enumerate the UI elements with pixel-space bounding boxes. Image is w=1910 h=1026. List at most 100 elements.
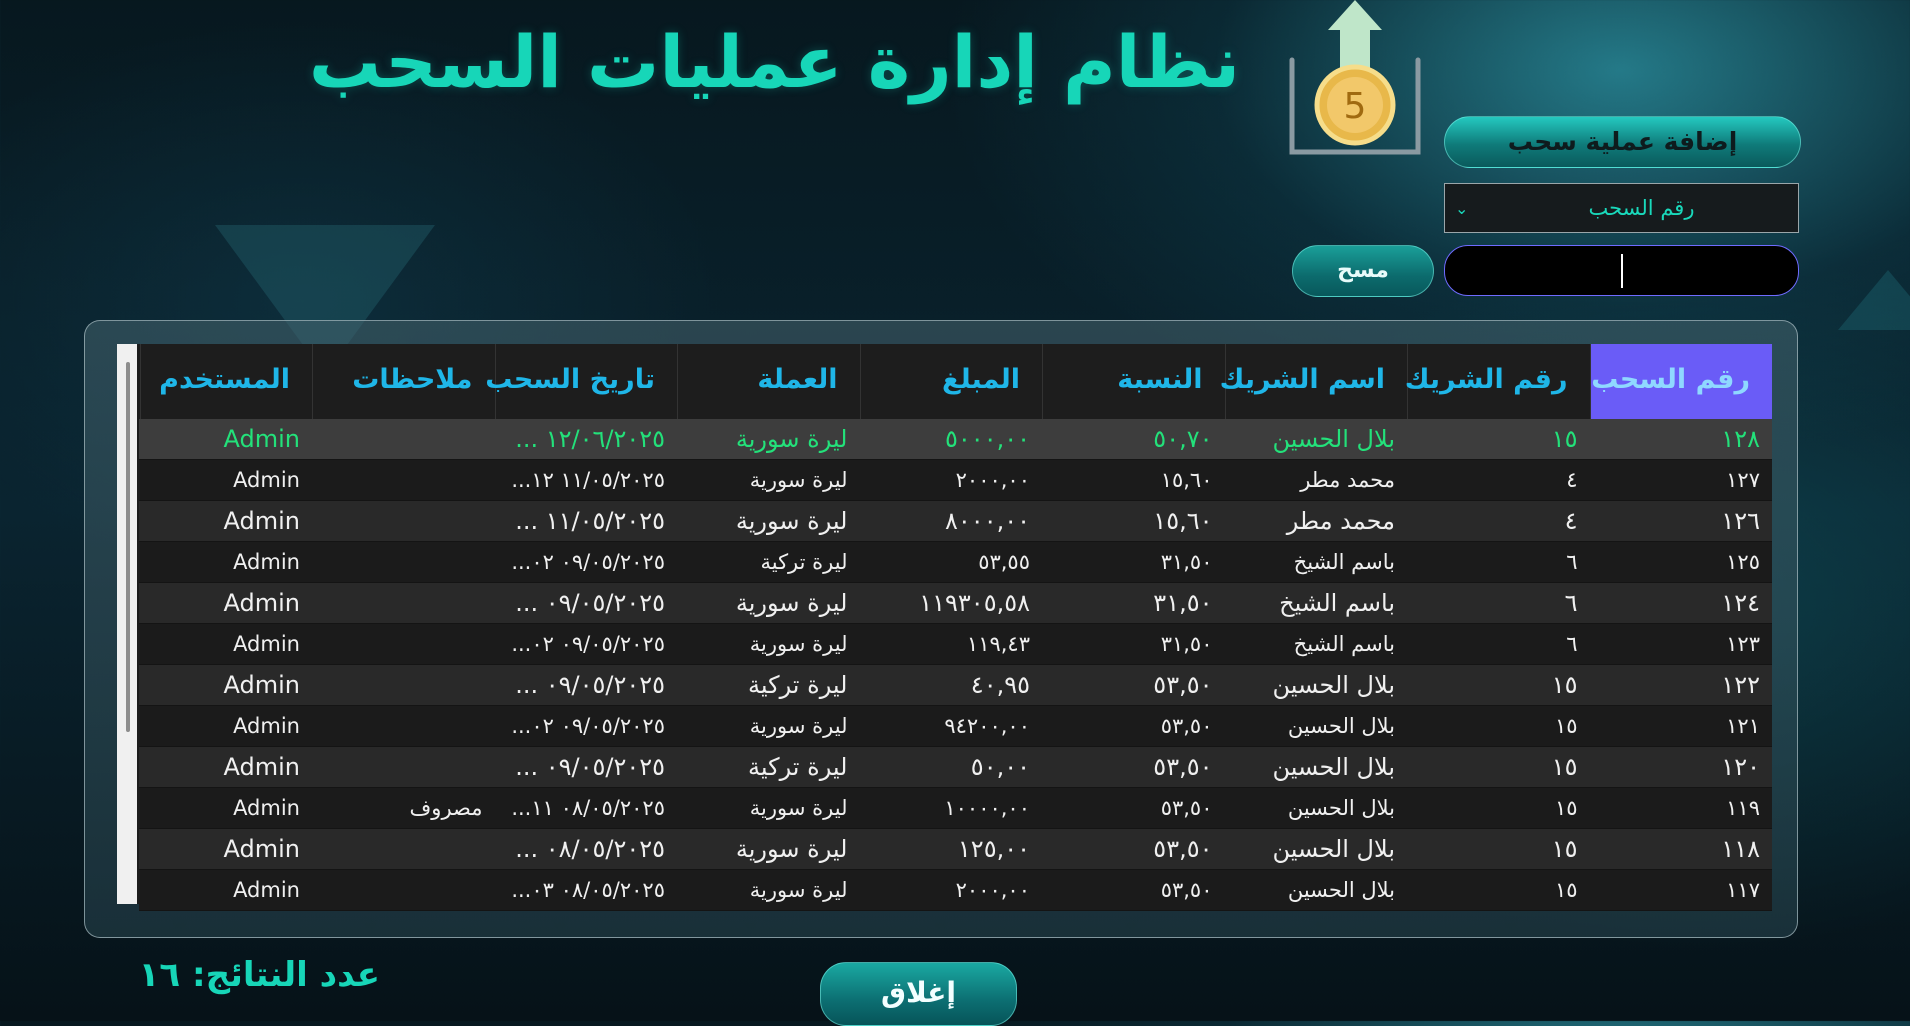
cell-withdrawal-number: ١١٩: [1726, 796, 1760, 820]
cell-withdrawal-date: ٠٩/٠٥/٢٠٢٥ ...: [515, 589, 665, 617]
cell-partner-number: ٦: [1566, 550, 1578, 574]
cell-partner-name: بلال الحسين: [1272, 425, 1395, 453]
cell-withdrawal-number: ١٢٤: [1721, 589, 1760, 617]
cell-partner-number: ٦: [1564, 589, 1578, 617]
cell-amount: ٨٠٠٠,٠٠: [945, 507, 1030, 535]
cell-withdrawal-number: ١٢٣: [1726, 632, 1760, 656]
cell-withdrawal-date: ٠٩/٠٥/٢٠٢٥ ٠٢...: [511, 714, 665, 738]
column-header-partner-number[interactable]: رقم الشريك: [1405, 344, 1590, 419]
cell-withdrawal-date: ١١/٠٥/٢٠٢٥ ١٢...: [511, 468, 665, 492]
cell-notes: [312, 706, 495, 746]
search-input[interactable]: [1444, 245, 1799, 296]
cell-percentage: ٥٣,٥٠: [1160, 878, 1213, 902]
page-title: نظام إدارة عمليات السحب: [308, 20, 1240, 104]
table-row[interactable]: ١٢٧ ٤ محمد مطر ١٥,٦٠ ٢٠٠٠,٠٠ ليرة سورية ١١/٠٥/…: [139, 460, 1772, 501]
cell-percentage: ٥٣,٥٠: [1153, 835, 1213, 863]
cell-amount: ١٢٥,٠٠: [957, 835, 1030, 863]
chevron-down-icon: ⌄: [1455, 199, 1469, 218]
cell-partner-number: ١٥: [1554, 796, 1578, 820]
cell-percentage: ٥٠,٧٠: [1153, 425, 1213, 453]
cell-withdrawal-date: ٠٨/٠٥/٢٠٢٥ ١١...: [511, 796, 665, 820]
search-field-select[interactable]: رقم السحب ⌄: [1444, 183, 1799, 233]
result-count: عدد النتائج: ١٦: [138, 955, 380, 995]
table-row[interactable]: ١٢٠ ١٥ بلال الحسين ٥٣,٥٠ ٥٠,٠٠ ليرة تركية ٠٩/٠…: [139, 747, 1772, 788]
column-header-currency[interactable]: العملة: [677, 344, 860, 419]
cell-notes: [312, 624, 495, 664]
cell-withdrawal-date: ٠٨/٠٥/٢٠٢٥ ٠٣...: [511, 878, 665, 902]
cell-percentage: ٥٣,٥٠: [1160, 714, 1213, 738]
cell-withdrawal-number: ١٢٢: [1721, 671, 1760, 699]
cell-withdrawal-date: ٠٩/٠٥/٢٠٢٥ ...: [515, 753, 665, 781]
cell-notes: [312, 870, 495, 910]
cell-partner-number: ٤: [1564, 507, 1578, 535]
cell-partner-number: ١٥: [1551, 425, 1578, 453]
cell-currency: ليرة سورية: [749, 878, 848, 902]
column-header-percentage[interactable]: النسبة: [1042, 344, 1225, 419]
cell-currency: ليرة تركية: [760, 550, 848, 574]
cell-withdrawal-number: ١١٧: [1726, 878, 1760, 902]
cell-partner-name: بلال الحسين: [1287, 878, 1395, 902]
table-row[interactable]: ١٢٥ ٦ باسم الشيخ ٣١,٥٠ ٥٣,٥٥ ليرة تركية ٠٩/٠٥/…: [139, 542, 1772, 583]
close-button[interactable]: إغلاق: [820, 962, 1017, 1026]
cell-partner-name: باسم الشيخ: [1293, 632, 1395, 656]
column-header-partner-name[interactable]: اسم الشريك: [1220, 344, 1408, 419]
table-row[interactable]: ١١٨ ١٥ بلال الحسين ٥٣,٥٠ ١٢٥,٠٠ ليرة سورية ٠٨/…: [139, 829, 1772, 870]
cell-percentage: ١٥,٦٠: [1160, 468, 1213, 492]
cell-percentage: ٣١,٥٠: [1160, 550, 1213, 574]
svg-text:5: 5: [1344, 86, 1367, 127]
cell-currency: ليرة سورية: [749, 796, 848, 820]
table-row[interactable]: ١١٧ ١٥ بلال الحسين ٥٣,٥٠ ٢٠٠٠,٠٠ ليرة سورية ٠٨…: [139, 870, 1772, 911]
cell-amount: ١١٩٣٠٥,٥٨: [919, 589, 1030, 617]
table-row[interactable]: ١٢٨ ١٥ بلال الحسين ٥٠,٧٠ ٥٠٠٠,٠٠ ليرة سورية ١٢…: [139, 419, 1772, 460]
cell-currency: ليرة سورية: [735, 835, 848, 863]
text-caret: [1620, 253, 1623, 288]
cell-notes: [312, 665, 495, 705]
cell-notes: [312, 419, 495, 459]
column-header-notes[interactable]: ملاحظات: [312, 344, 495, 419]
table-row[interactable]: ١٢٦ ٤ محمد مطر ١٥,٦٠ ٨٠٠٠,٠٠ ليرة سورية ١١/٠٥/…: [139, 501, 1772, 542]
cell-partner-name: بلال الحسين: [1272, 753, 1395, 781]
cell-amount: ١٠٠٠٠,٠٠: [944, 796, 1030, 820]
cell-currency: ليرة تركية: [748, 671, 848, 699]
cell-withdrawal-date: ٠٨/٠٥/٢٠٢٥ ...: [515, 835, 665, 863]
cell-notes: [312, 460, 495, 500]
cell-withdrawal-number: ١١٨: [1721, 835, 1760, 863]
add-withdrawal-button[interactable]: إضافة عملية سحب: [1444, 116, 1801, 168]
cell-partner-name: محمد مطر: [1300, 468, 1395, 492]
cell-amount: ٢٠٠٠,٠٠: [955, 878, 1030, 902]
cell-user: Admin: [233, 714, 300, 738]
cell-partner-number: ١٥: [1551, 835, 1578, 863]
cell-partner-name: باسم الشيخ: [1293, 550, 1395, 574]
cell-currency: ليرة سورية: [735, 425, 848, 453]
cell-partner-number: ١٥: [1554, 878, 1578, 902]
table-row[interactable]: ١١٩ ١٥ بلال الحسين ٥٣,٥٠ ١٠٠٠٠,٠٠ ليرة سورية ٠…: [139, 788, 1772, 829]
cell-withdrawal-date: ٠٩/٠٥/٢٠٢٥ ٠٢...: [511, 550, 665, 574]
cell-amount: ٩٤٢٠٠,٠٠: [944, 714, 1030, 738]
cell-percentage: ٥٣,٥٠: [1160, 796, 1213, 820]
cell-partner-number: ٦: [1566, 632, 1578, 656]
cell-withdrawal-date: ٠٩/٠٥/٢٠٢٥ ٠٢...: [511, 632, 665, 656]
column-header-withdrawal-number[interactable]: رقم السحب: [1589, 344, 1772, 419]
cell-user: Admin: [233, 878, 300, 902]
cell-percentage: ٣١,٥٠: [1153, 589, 1213, 617]
cell-withdrawal-number: ١٢٧: [1726, 468, 1760, 492]
scrollbar-thumb[interactable]: [126, 362, 130, 732]
cell-partner-name: محمد مطر: [1286, 507, 1395, 535]
table-row[interactable]: ١٢٤ ٦ باسم الشيخ ٣١,٥٠ ١١٩٣٠٥,٥٨ ليرة سورية ٠٩…: [139, 583, 1772, 624]
clear-button[interactable]: مسح: [1292, 245, 1434, 297]
cell-percentage: ٥٣,٥٠: [1153, 753, 1213, 781]
table-row[interactable]: ١٢٢ ١٥ بلال الحسين ٥٣,٥٠ ٤٠,٩٥ ليرة تركية ٠٩/٠…: [139, 665, 1772, 706]
table-row[interactable]: ١٢٣ ٦ باسم الشيخ ٣١,٥٠ ١١٩,٤٣ ليرة سورية ٠٩/٠٥…: [139, 624, 1772, 665]
cell-user: Admin: [233, 796, 300, 820]
cell-partner-name: بلال الحسين: [1287, 796, 1395, 820]
column-header-amount[interactable]: المبلغ: [859, 344, 1043, 419]
column-header-user[interactable]: المستخدم: [140, 344, 312, 419]
cell-amount: ١١٩,٤٣: [966, 632, 1030, 656]
cell-currency: ليرة تركية: [748, 753, 848, 781]
column-header-withdrawal-date[interactable]: تاريخ السحب: [485, 344, 678, 419]
table-row[interactable]: ١٢١ ١٥ بلال الحسين ٥٣,٥٠ ٩٤٢٠٠,٠٠ ليرة سورية ٠…: [139, 706, 1772, 747]
cell-percentage: ١٥,٦٠: [1153, 507, 1213, 535]
cell-notes: [312, 583, 495, 623]
cell-user: Admin: [223, 835, 301, 863]
cell-currency: ليرة سورية: [749, 714, 848, 738]
